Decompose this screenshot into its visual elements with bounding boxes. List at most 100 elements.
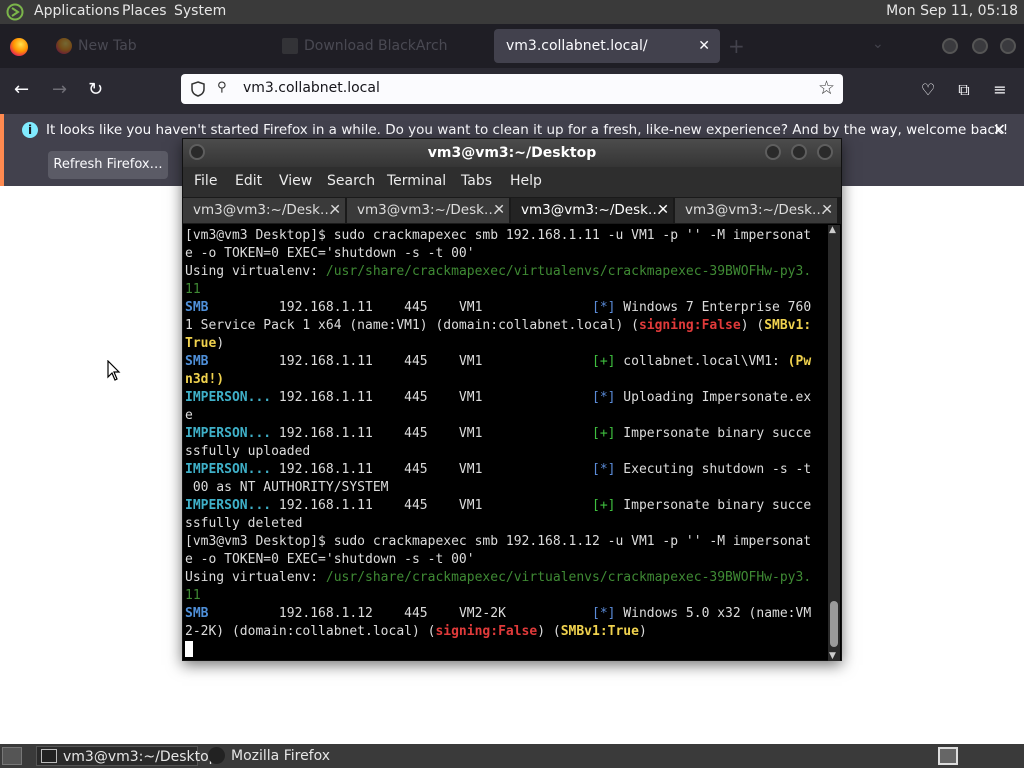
terminal-text-segment: )	[216, 336, 225, 351]
pocket-icon[interactable]: ♡	[918, 80, 938, 100]
firefox-icon	[56, 38, 72, 54]
terminal-text-segment: [*]	[592, 390, 616, 405]
firefox-icon	[208, 747, 225, 764]
new-tab-icon[interactable]: +	[728, 34, 745, 58]
terminal-text-segment: [*]	[592, 606, 616, 621]
terminal-menubar: File Edit View Search Terminal Tabs Help	[183, 167, 841, 197]
browser-tab-title: Download BlackArch	[304, 38, 448, 54]
terminal-text-segment: ) (	[740, 318, 765, 333]
menu-help[interactable]: Help	[510, 173, 542, 189]
terminal-text-segment: IMPERSON...	[185, 498, 272, 513]
terminal-text-segment: (Pw	[787, 354, 812, 369]
bookmark-star-icon[interactable]: ☆	[818, 77, 835, 99]
terminal-tab-label: vm3@vm3:~/Desk…	[521, 202, 662, 218]
terminal-text-segment: True	[185, 336, 217, 351]
url-text[interactable]: vm3.collabnet.local	[243, 80, 380, 96]
terminal-text-segment: Using virtualenv:	[185, 570, 326, 585]
terminal-line: 00 as NT AUTHORITY/SYSTEM	[185, 479, 827, 497]
close-tab-icon[interactable]: ✕	[698, 29, 710, 63]
terminal-text-segment: n3d!)	[185, 372, 225, 387]
clock[interactable]: Mon Sep 11, 05:18	[886, 3, 1018, 19]
scroll-down-icon[interactable]: ▼	[829, 651, 836, 661]
firefox-view-icon[interactable]	[10, 38, 28, 56]
close-tab-icon[interactable]: ✕	[657, 198, 669, 223]
minimize-icon[interactable]	[765, 144, 781, 160]
terminal-prompt-line	[185, 641, 827, 659]
list-tabs-icon[interactable]: ⌄	[872, 36, 884, 52]
close-tab-icon[interactable]: ✕	[821, 198, 833, 223]
menu-view[interactable]: View	[279, 173, 312, 189]
terminal-line: 11	[185, 281, 827, 299]
url-bar[interactable]: ⚲ vm3.collabnet.local ☆	[181, 74, 843, 104]
terminal-text-segment: IMPERSON...	[185, 390, 272, 405]
distro-logo-icon[interactable]	[6, 3, 24, 21]
browser-tab-title: vm3.collabnet.local/	[506, 38, 648, 54]
scrollbar-thumb[interactable]	[830, 601, 838, 647]
terminal-titlebar[interactable]: vm3@vm3:~/Desktop	[183, 139, 841, 167]
terminal-line: [vm3@vm3 Desktop]$ sudo crackmapexec smb…	[185, 533, 827, 551]
close-tab-icon[interactable]: ✕	[329, 198, 341, 223]
terminal-tab[interactable]: vm3@vm3:~/Desk… ✕	[183, 198, 346, 223]
terminal-text-segment: [+]	[592, 498, 616, 513]
terminal-scrollbar[interactable]: ▲ ▼	[828, 225, 840, 661]
close-tab-icon[interactable]: ✕	[493, 198, 505, 223]
terminal-tab[interactable]: vm3@vm3:~/Desk… ✕	[347, 198, 510, 223]
tracking-protection-shield-icon[interactable]	[191, 81, 205, 97]
terminal-text-segment: /usr/share/crackmapexec/virtualenvs/crac…	[325, 570, 812, 585]
forward-icon[interactable]: →	[52, 80, 67, 100]
menu-search[interactable]: Search	[327, 173, 375, 189]
maximize-icon[interactable]	[791, 144, 807, 160]
terminal-text-segment: 1 Service Pack 1 x64 (name:VM1) (domain:…	[185, 318, 639, 333]
terminal-text-segment: SMBv1:	[764, 318, 812, 333]
terminal-tab[interactable]: vm3@vm3:~/Desk… ✕	[675, 198, 838, 223]
taskbar-item-firefox[interactable]: Mozilla Firefox	[204, 746, 354, 766]
menu-tabs[interactable]: Tabs	[461, 173, 492, 189]
terminal-text-segment: /usr/share/crackmapexec/virtualenvs/crac…	[325, 264, 812, 279]
terminal-text-segment: )	[638, 624, 647, 639]
terminal-tab-active[interactable]: vm3@vm3:~/Desk… ✕	[511, 198, 674, 223]
menu-terminal[interactable]: Terminal	[387, 173, 446, 189]
terminal-line: True)	[185, 335, 827, 353]
app-menu-icon[interactable]: ≡	[990, 80, 1010, 100]
browser-tab-collabnet[interactable]: vm3.collabnet.local/ ✕	[494, 29, 720, 63]
show-desktop-icon[interactable]	[2, 747, 22, 765]
terminal-tab-bar: vm3@vm3:~/Desk… ✕ vm3@vm3:~/Desk… ✕ vm3@vm…	[183, 197, 841, 224]
taskbar-item-terminal[interactable]: vm3@vm3:~/Desktop	[36, 746, 218, 766]
terminal-line: e	[185, 407, 827, 425]
menu-edit[interactable]: Edit	[235, 173, 262, 189]
terminal-line: IMPERSON... 192.168.1.11 445 VM1 [+] Imp…	[185, 497, 827, 515]
terminal-text-segment: 192.168.1.11 445 VM1	[271, 426, 592, 441]
close-window-icon[interactable]	[1000, 38, 1016, 54]
refresh-firefox-button[interactable]: Refresh Firefox…	[48, 151, 168, 179]
terminal-line: SMB 192.168.1.12 445 VM2-2K [*] Windows …	[185, 605, 827, 623]
terminal-text-segment: e	[185, 408, 193, 423]
minimize-window-icon[interactable]	[942, 38, 958, 54]
terminal-text-segment: [*]	[592, 300, 616, 315]
site-permissions-icon[interactable]: ⚲	[217, 80, 227, 95]
window-menu-icon[interactable]	[189, 144, 205, 160]
mouse-pointer-icon	[107, 360, 121, 381]
terminal-output[interactable]: [vm3@vm3 Desktop]$ sudo crackmapexec smb…	[185, 227, 827, 661]
menu-file[interactable]: File	[194, 173, 217, 189]
browser-tab-new-tab[interactable]: New Tab	[46, 29, 266, 63]
menu-system[interactable]: System	[174, 3, 226, 19]
terminal-line: Using virtualenv: /usr/share/crackmapexe…	[185, 569, 827, 587]
extensions-icon[interactable]: ⧉	[954, 80, 974, 100]
maximize-window-icon[interactable]	[972, 38, 988, 54]
scroll-up-icon[interactable]: ▲	[829, 225, 836, 235]
workspace-switcher-icon[interactable]	[938, 747, 958, 765]
close-icon[interactable]	[817, 144, 833, 160]
menu-places[interactable]: Places	[122, 3, 167, 19]
terminal-text-segment: collabnet.local\VM1:	[615, 354, 788, 369]
terminal-text-segment: Windows 7 Enterprise 760	[615, 300, 812, 315]
terminal-text-segment: 2-2K) (domain:collabnet.local) (	[185, 624, 436, 639]
reload-icon[interactable]: ↻	[88, 80, 103, 100]
menu-applications[interactable]: Applications	[34, 3, 120, 19]
terminal-line: Using virtualenv: /usr/share/crackmapexe…	[185, 263, 827, 281]
terminal-line: 11	[185, 587, 827, 605]
terminal-line: IMPERSON... 192.168.1.11 445 VM1 [+] Imp…	[185, 425, 827, 443]
terminal-text-segment: [+]	[592, 426, 616, 441]
back-icon[interactable]: ←	[14, 80, 29, 100]
close-notification-icon[interactable]: ✕	[993, 120, 1006, 139]
browser-tab-blackarch[interactable]: Download BlackArch	[272, 29, 490, 63]
